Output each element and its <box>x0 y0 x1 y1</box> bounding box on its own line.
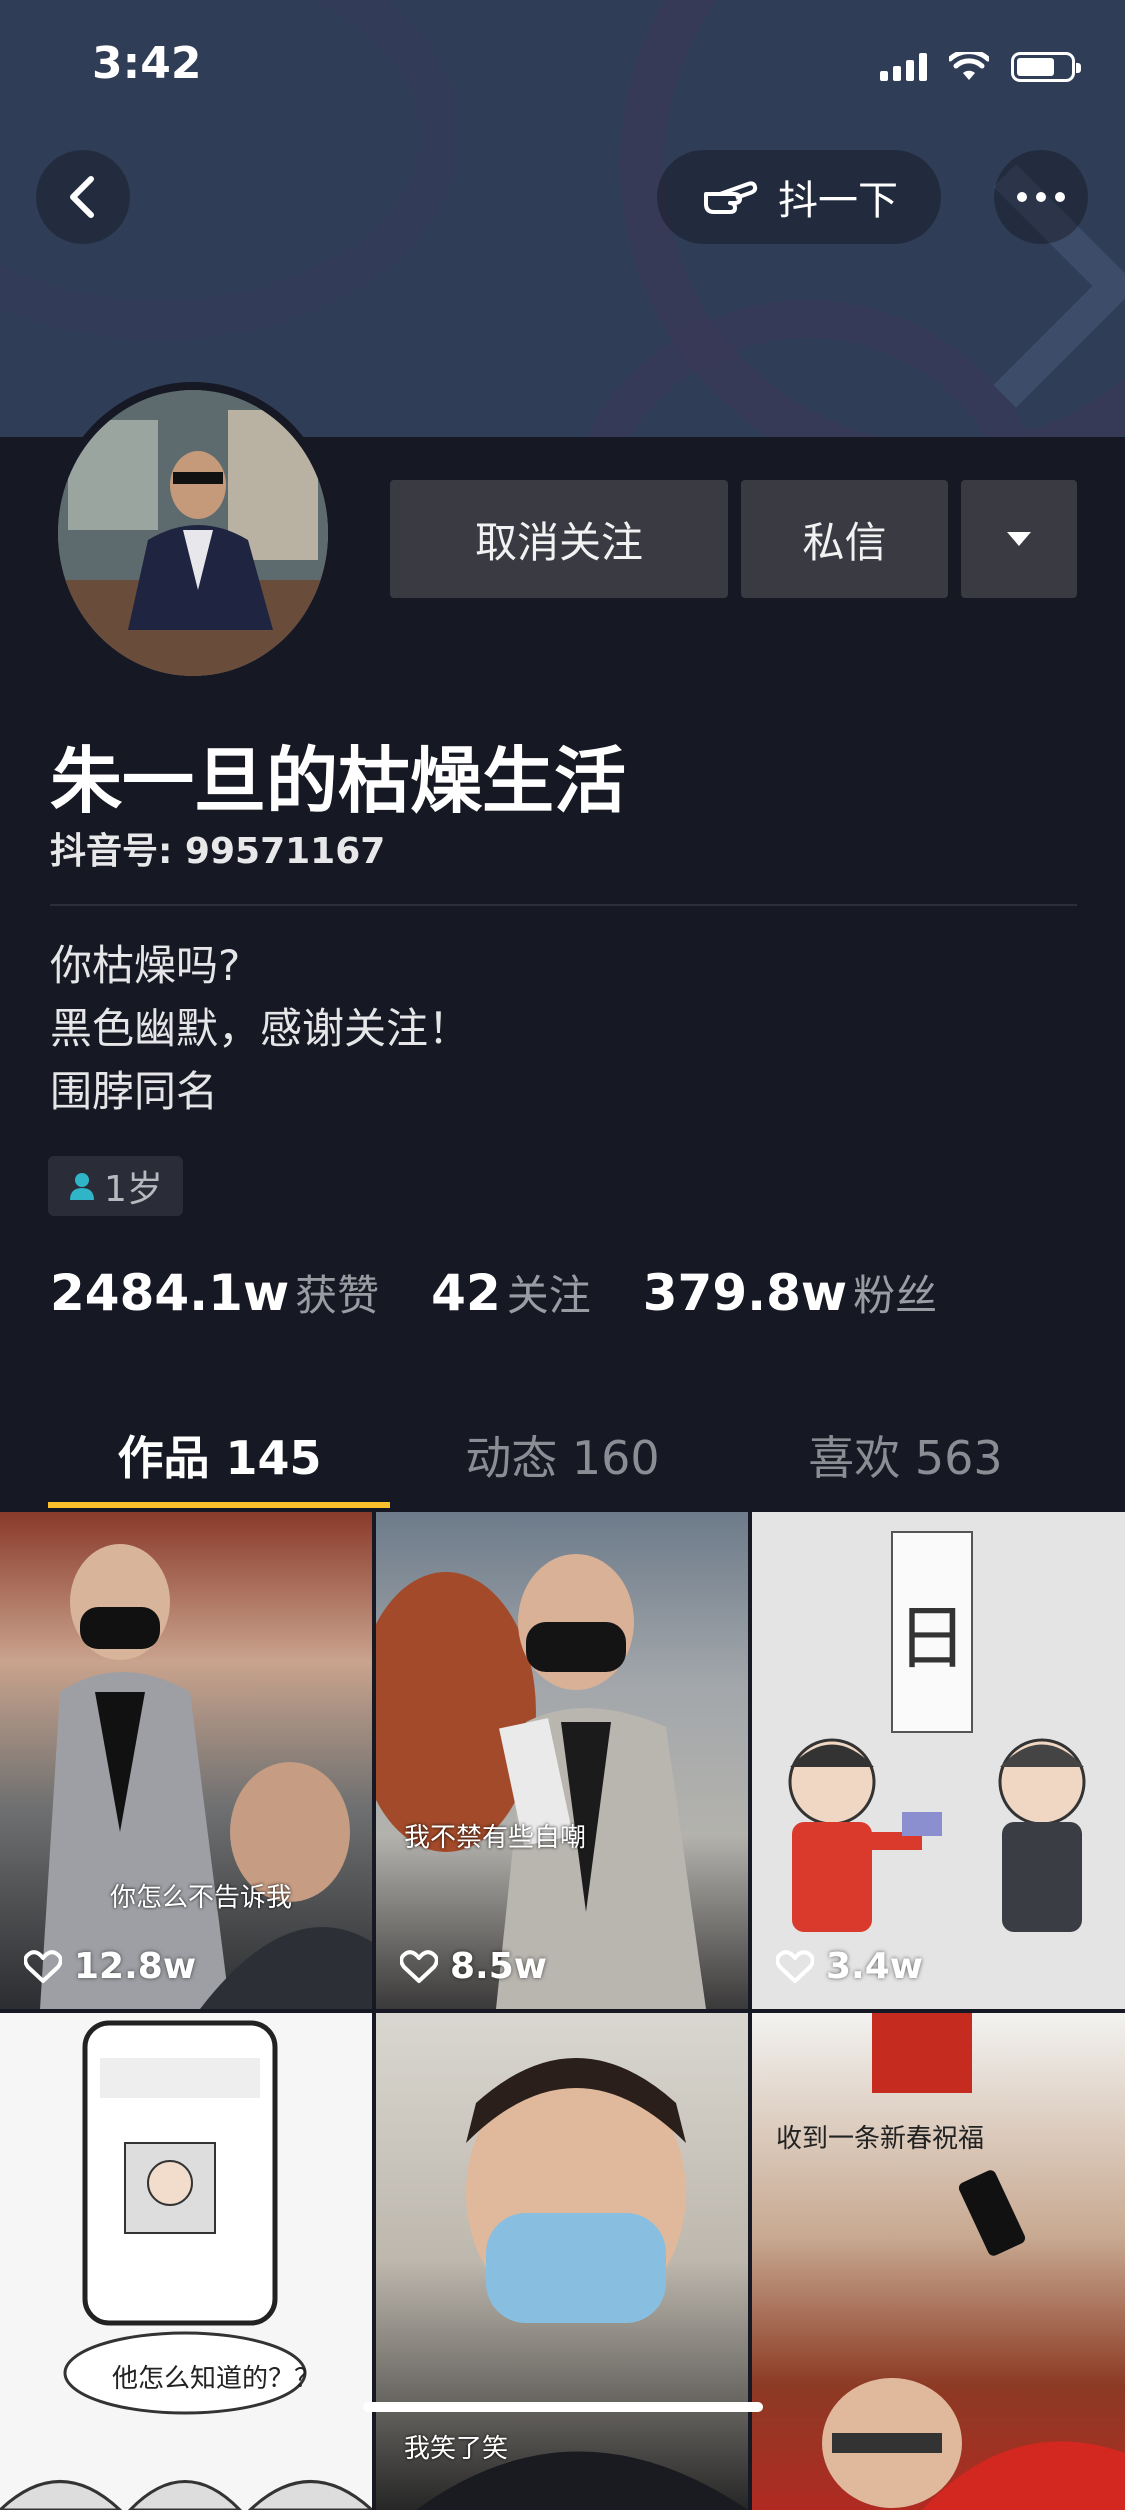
stat-following[interactable]: 42 关注 <box>431 1262 591 1323</box>
divider <box>50 904 1077 906</box>
video-caption: 我笑了笑 <box>404 2434 509 2464</box>
video-thumbnail[interactable]: 日 3.4w <box>752 1512 1125 2009</box>
wifi-icon <box>949 52 989 80</box>
expand-dropdown-button[interactable] <box>961 480 1077 598</box>
stat-label: 获赞 <box>295 1271 380 1320</box>
cartoon-phone-illustration-icon <box>0 2020 372 2510</box>
svg-text:日: 日 <box>897 1597 967 1679</box>
more-dots-icon <box>1017 192 1065 202</box>
shake-button[interactable]: 抖一下 <box>657 150 941 244</box>
home-indicator[interactable] <box>363 2402 763 2412</box>
shake-label: 抖一下 <box>778 178 898 224</box>
back-button[interactable] <box>36 150 130 244</box>
tab-activity[interactable]: 动态 160 <box>375 1422 750 1488</box>
stat-value: 42 <box>431 1264 501 1322</box>
like-count: 3.4w <box>776 1946 923 1987</box>
profile-bio: 你枯燥吗? 黑色幽默，感谢关注！ 围脖同名 <box>50 934 470 1123</box>
pointing-hand-icon <box>704 181 758 214</box>
video-thumbnail[interactable]: 我笑了笑 <box>376 2013 748 2510</box>
status-bar: 3:42 <box>0 0 1125 130</box>
stat-label: 关注 <box>506 1271 591 1320</box>
like-count: 12.8w <box>24 1946 196 1987</box>
tab-works[interactable]: 作品 145 <box>32 1422 407 1488</box>
cellular-signal-icon <box>880 53 927 81</box>
avatar-photo <box>58 390 328 676</box>
heart-icon <box>24 1949 62 1983</box>
stat-followers[interactable]: 379.8w 粉丝 <box>643 1262 937 1323</box>
tab-likes[interactable]: 喜欢 563 <box>718 1422 1093 1488</box>
video-caption: 我不禁有些自嘲 <box>404 1823 587 1853</box>
douyin-id[interactable]: 抖音号: 99571167 <box>50 822 385 874</box>
video-grid: 你怎么不告诉我 12.8w 我不禁有些自嘲 8.5w 日 3.4w 他怎么知道的… <box>0 1512 1125 2510</box>
profile-stats: 2484.1w 获赞 42 关注 379.8w 粉丝 <box>50 1262 937 1323</box>
heart-icon <box>776 1949 814 1983</box>
more-options-button[interactable] <box>994 150 1088 244</box>
like-count-value: 3.4w <box>826 1946 924 1987</box>
video-thumbnail[interactable]: 他怎么知道的？？ <box>0 2013 372 2510</box>
video-thumbnail[interactable]: 收到一条新春祝福 <box>752 2013 1125 2510</box>
person-figure-icon <box>376 1554 706 2009</box>
back-arrow-icon <box>70 176 94 218</box>
heart-icon <box>400 1949 438 1983</box>
bio-line: 你枯燥吗? <box>50 941 241 990</box>
like-count-value: 12.8w <box>74 1946 197 1987</box>
avatar[interactable] <box>50 382 336 684</box>
cartoon-illustration-icon: 日 <box>788 1531 1086 1932</box>
bio-line: 围脖同名 <box>50 1067 219 1116</box>
video-caption: 他怎么知道的？？ <box>112 2364 321 2394</box>
like-count: 8.5w <box>400 1946 547 1987</box>
stat-likes[interactable]: 2484.1w 获赞 <box>50 1262 379 1323</box>
person-figure-icon <box>58 390 328 676</box>
bio-line: 黑色幽默，感谢关注！ <box>50 1004 471 1053</box>
status-icons <box>880 52 1081 82</box>
caret-down-icon <box>1007 532 1031 546</box>
video-thumbnail[interactable]: 你怎么不告诉我 12.8w <box>0 1512 372 2009</box>
message-button[interactable]: 私信 <box>741 480 948 598</box>
unfollow-button[interactable]: 取消关注 <box>390 480 728 598</box>
video-caption: 收到一条新春祝福 <box>776 2124 985 2154</box>
battery-icon <box>1011 52 1081 82</box>
person-figure-icon <box>822 2013 1125 2510</box>
stat-label: 粉丝 <box>853 1271 938 1320</box>
active-tab-indicator <box>48 1502 390 1508</box>
person-figure-icon <box>40 1544 372 2009</box>
content-tabs: 作品 145 动态 160 喜欢 563 <box>0 1398 1125 1512</box>
video-thumbnail[interactable]: 我不禁有些自嘲 8.5w <box>376 1512 748 2009</box>
age-tag: 1岁 <box>48 1156 183 1216</box>
stat-value: 379.8w <box>642 1264 848 1322</box>
profile-name: 朱一旦的枯燥生活 <box>50 739 627 823</box>
person-icon <box>70 1173 94 1200</box>
age-tag-label: 1岁 <box>104 1169 163 1210</box>
status-time: 3:42 <box>92 38 202 89</box>
stat-value: 2484.1w <box>50 1264 290 1322</box>
video-caption: 你怎么不告诉我 <box>110 1883 293 1913</box>
like-count-value: 8.5w <box>450 1946 548 1987</box>
